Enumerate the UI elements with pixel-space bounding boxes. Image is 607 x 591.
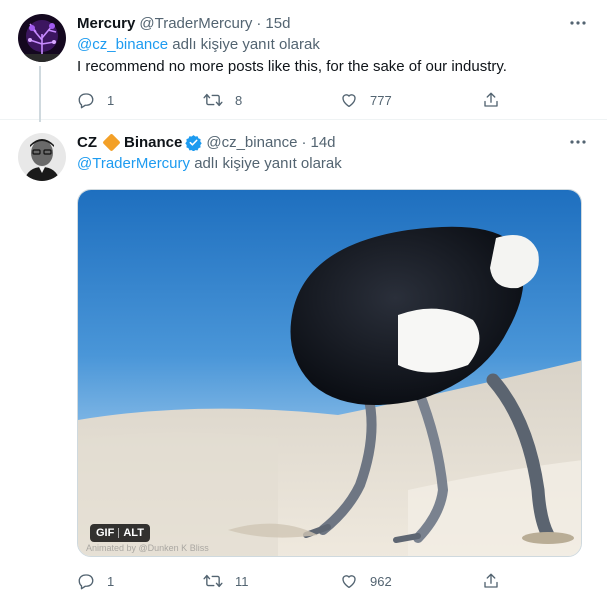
binance-diamond-icon — [102, 132, 121, 152]
reply-context-text: adlı kişiye yanıt olarak — [172, 36, 320, 53]
tweet-content: Mercury @TraderMercury · 15d @cz_binance… — [77, 12, 589, 78]
gif-media[interactable]: GIF ALT Animated by @Dunken K Bliss — [77, 189, 582, 557]
reply-count: 1 — [107, 92, 115, 108]
tweet-actions: 1 11 962 — [77, 571, 505, 591]
share-button[interactable] — [482, 572, 500, 590]
separator-dot: · — [301, 133, 307, 151]
tweet-header: CZ Binance @cz_binance · 14d — [77, 131, 589, 153]
timestamp[interactable]: 14d — [310, 134, 335, 151]
share-icon — [484, 92, 498, 107]
share-icon — [484, 573, 498, 588]
like-count: 962 — [370, 573, 392, 589]
like-button[interactable]: 962 — [340, 572, 392, 590]
reply-button[interactable]: 1 — [77, 91, 114, 109]
share-button[interactable] — [482, 91, 500, 109]
display-name-suffix[interactable]: Binance — [124, 134, 182, 151]
reply-icon — [78, 574, 94, 590]
retweet-button[interactable]: 11 — [203, 572, 249, 590]
handle[interactable]: @TraderMercury — [139, 15, 252, 32]
gif-badge: GIF — [96, 527, 115, 539]
retweet-icon — [203, 93, 223, 107]
verified-icon — [185, 134, 203, 151]
reply-context: @TraderMercury adlı kişiye yanıt olarak — [77, 153, 589, 175]
separator-dot: · — [256, 14, 262, 32]
reply-button[interactable]: 1 — [77, 572, 114, 590]
thread-line — [39, 66, 41, 122]
like-count: 777 — [370, 92, 392, 108]
handle[interactable]: @cz_binance — [206, 134, 297, 151]
reply-icon — [78, 93, 94, 109]
tweet-cz[interactable]: CZ Binance @cz_binance · 14d @TraderMerc… — [0, 121, 607, 591]
timestamp[interactable]: 15d — [265, 15, 290, 32]
avatar[interactable] — [18, 14, 66, 62]
reply-mention-link[interactable]: @TraderMercury — [77, 155, 190, 172]
more-icon[interactable] — [567, 14, 589, 32]
tweet-header: Mercury @TraderMercury · 15d — [77, 12, 589, 34]
media-badges[interactable]: GIF ALT — [90, 524, 150, 542]
display-name[interactable]: CZ — [77, 134, 97, 151]
alt-badge[interactable]: ALT — [121, 526, 146, 540]
ostrich-gif-image — [78, 190, 581, 556]
more-icon[interactable] — [567, 133, 589, 151]
tweet-actions: 1 8 777 — [77, 90, 505, 110]
like-button[interactable]: 777 — [340, 91, 392, 109]
like-icon — [342, 94, 356, 108]
display-name[interactable]: Mercury — [77, 15, 135, 32]
badge-separator — [118, 528, 120, 538]
retweet-icon — [203, 574, 223, 588]
tweet-content: CZ Binance @cz_binance · 14d @TraderMerc… — [77, 131, 589, 175]
media-watermark: Animated by @Dunken K Bliss — [86, 543, 209, 553]
tweet-mercury[interactable]: Mercury @TraderMercury · 15d @cz_binance… — [0, 0, 607, 122]
reply-mention-link[interactable]: @cz_binance — [77, 36, 168, 53]
reply-count: 1 — [107, 573, 115, 589]
retweet-button[interactable]: 8 — [203, 91, 242, 109]
reply-context-text: adlı kişiye yanıt olarak — [194, 155, 342, 172]
retweet-count: 8 — [235, 92, 243, 108]
like-icon — [342, 575, 356, 589]
avatar[interactable] — [18, 133, 66, 181]
tweet-text: I recommend no more posts like this, for… — [77, 58, 507, 75]
retweet-count: 11 — [235, 573, 249, 589]
reply-context: @cz_binance adlı kişiye yanıt olarak — [77, 34, 589, 56]
